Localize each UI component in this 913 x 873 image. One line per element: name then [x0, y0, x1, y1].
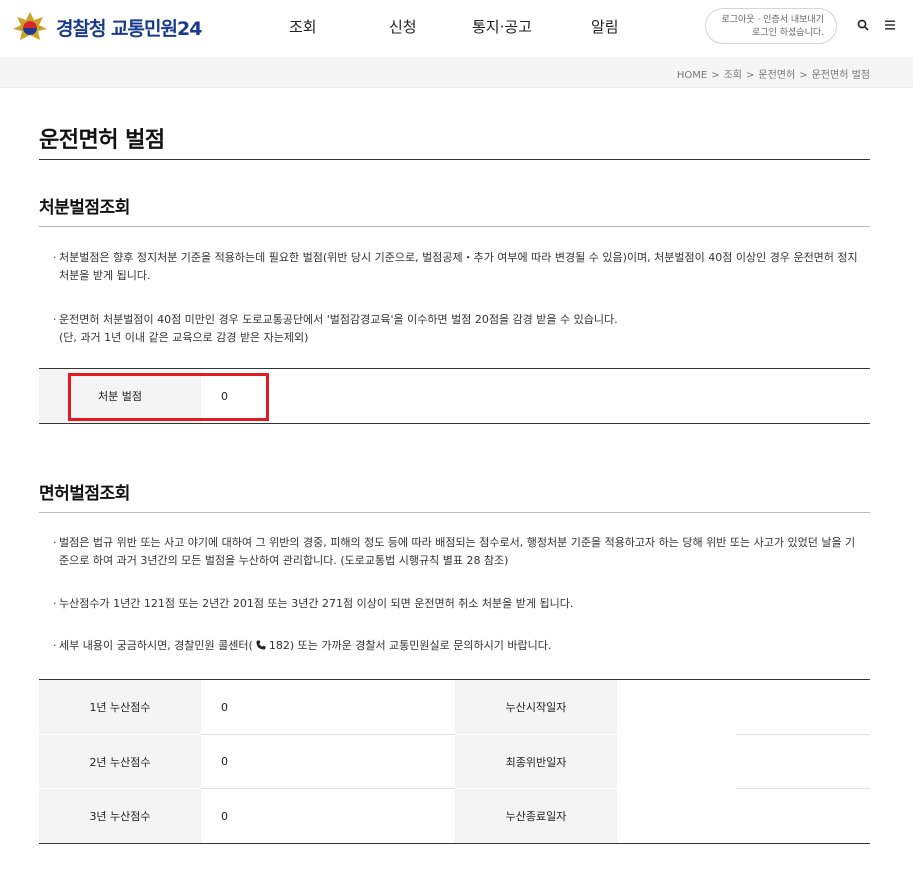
row-value-end-date [636, 789, 836, 843]
callcenter-text: 세부 내용이 궁금하시면, 경찰민원 콜센터( [59, 639, 253, 652]
breadcrumb-home[interactable]: HOME [677, 70, 707, 81]
bullet-dot: · [53, 597, 57, 610]
bullet-dot: · [53, 536, 57, 549]
login-status-box: 로그아웃 · 인증서 내보내기 로그인 하셨습니다. [705, 8, 837, 44]
row-value-1yr: 0 [221, 700, 228, 714]
nav-item-notice[interactable]: 통지·공고 [472, 16, 532, 37]
login-status-text: 로그인 하셨습니다. [752, 28, 824, 38]
row-label-end-date: 누산종료일자 [455, 789, 617, 843]
police-emblem-icon [13, 12, 47, 40]
site-logo[interactable]: 경찰청 교통민원24 [12, 10, 202, 44]
section-title-license-points: 면허벌점조회 [39, 484, 130, 504]
info-bullet: · 세부 내용이 궁금하시면, 경찰민원 콜센터( 182) 또는 가까운 경찰서… [53, 637, 863, 655]
nav-item-lookup[interactable]: 조회 [289, 16, 317, 37]
breadcrumb-current: 운전면허 벌점 [811, 70, 870, 81]
row-value-2yr: 0 [221, 755, 228, 768]
bullet-dot: · [53, 639, 57, 652]
row-label-2yr: 2년 누산점수 [39, 735, 201, 788]
logout-links[interactable]: 로그아웃 · 인증서 내보내기 [706, 14, 824, 27]
phone-icon [256, 640, 266, 650]
callcenter-text-end: 182) 또는 가까운 경찰서 교통민원실로 문의하시기 바랍니다. [268, 639, 552, 652]
breadcrumb-license[interactable]: 운전면허 [758, 70, 795, 81]
nav-item-apply[interactable]: 신청 [389, 16, 417, 37]
info-bullet: · 운전면허 처분벌점이 40점 미만인 경우 도로교통공단에서 '벌점감경교육… [53, 313, 618, 344]
table-bottom-border [39, 843, 870, 844]
search-icon[interactable] [856, 18, 870, 32]
bullet-dot: · [53, 313, 57, 326]
row-value-start-date [636, 680, 836, 734]
title-divider [39, 159, 870, 160]
row-label-3yr: 3년 누산점수 [39, 789, 201, 843]
row-label-start-date: 누산시작일자 [455, 680, 617, 734]
section-title-disposition-points: 처분벌점조회 [39, 198, 130, 218]
highlight-box [68, 373, 269, 421]
info-bullet: · 벌점은 법규 위반 또는 사고 야기에 대하여 그 위반의 경중, 피해의 … [53, 536, 856, 567]
row-label-last-violation: 최종위반일자 [455, 735, 617, 788]
info-bullet: · 누산점수가 1년간 121점 또는 2년간 201점 또는 3년간 271점… [53, 595, 863, 613]
logo-text: 경찰청 교통민원24 [56, 17, 202, 40]
breadcrumb: HOME > 조회 > 운전면허 > 운전면허 벌점 [676, 70, 870, 81]
breadcrumb-bar: HOME > 조회 > 운전면허 > 운전면허 벌점 [0, 58, 913, 88]
row-label-1yr: 1년 누산점수 [39, 680, 201, 734]
page-title: 운전면허 벌점 [39, 128, 165, 153]
bullet-dot: · [53, 251, 57, 264]
menu-icon[interactable] [883, 18, 897, 32]
row-value-3yr: 0 [221, 809, 228, 823]
table-bottom-border [39, 423, 870, 424]
info-bullet: · 처분벌점은 향후 정지처분 기준을 적용하는데 필요한 벌점(위반 당시 기… [53, 251, 858, 282]
nav-item-alarm[interactable]: 알림 [591, 16, 619, 37]
site-header: 경찰청 교통민원24 조회 신청 통지·공고 알림 로그아웃 · 인증서 내보내… [0, 0, 913, 58]
section-divider [39, 226, 870, 227]
breadcrumb-lookup[interactable]: 조회 [724, 70, 742, 81]
section-divider [39, 512, 870, 513]
row-value-last-violation [636, 735, 836, 788]
